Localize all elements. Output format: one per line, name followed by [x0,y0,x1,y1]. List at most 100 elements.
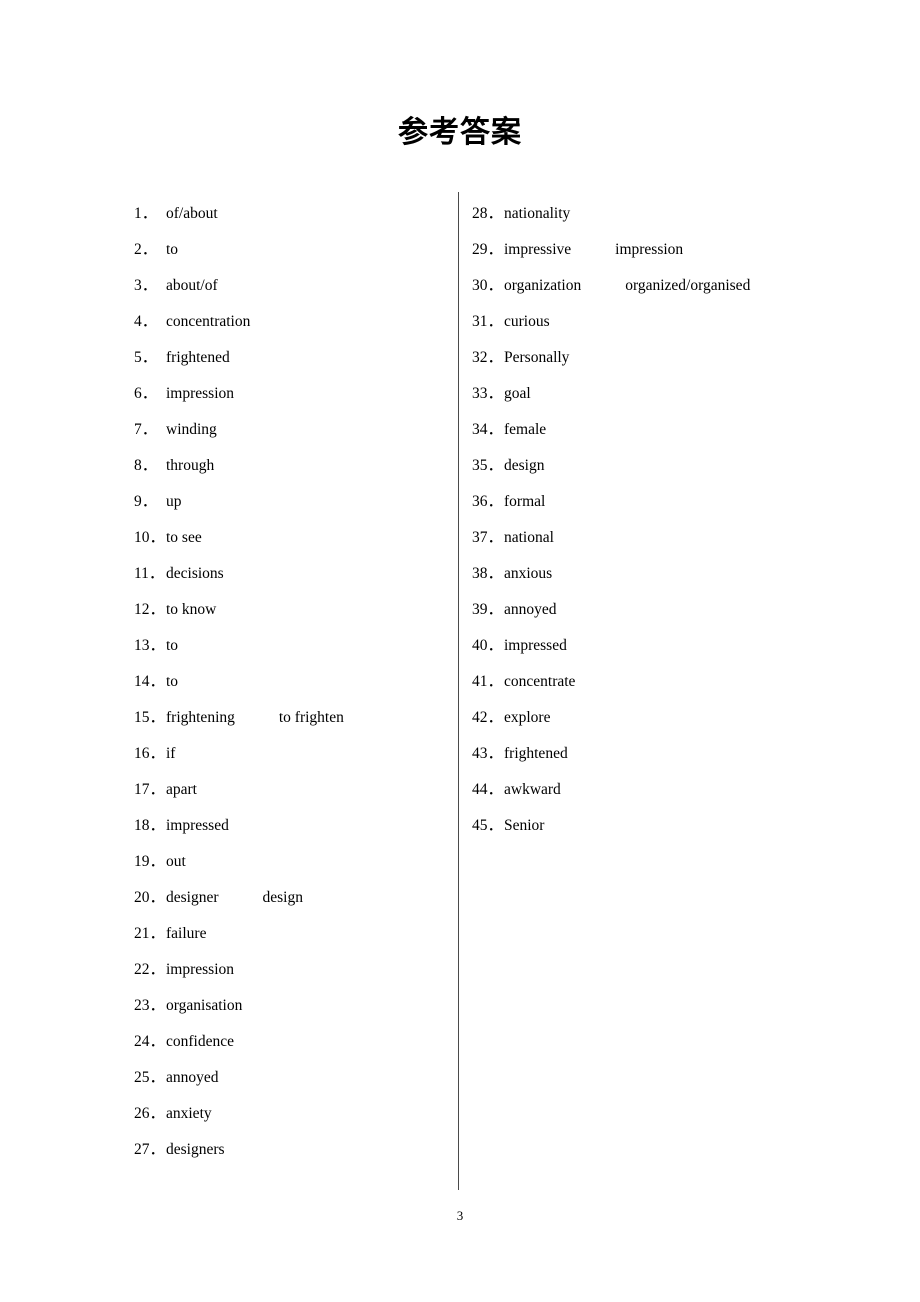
answer-row: 7． winding [134,412,454,448]
answer-row: 22． impression [134,952,454,988]
answer-key-page: 参考答案 1． of/about 2． to 3． about/of 4． concentra… [0,0,920,1302]
answer-number: 8． [134,457,158,474]
answer-number: 34． [472,421,504,438]
answer-number: 25． [134,1069,166,1086]
answer-number: 36． [472,493,504,510]
answer-number: 24． [134,1033,166,1050]
answer-column-left: 1． of/about 2． to 3． about/of 4． concentration 5… [134,196,454,1168]
answer-row: 41． concentrate [472,664,872,700]
answer-number: 1． [134,205,158,222]
answer-number: 31． [472,313,504,330]
answer-number: 15． [134,709,166,726]
answer-row: 31． curious [472,304,872,340]
page-title: 参考答案 [398,115,522,150]
answer-text: to [166,637,179,654]
answer-number: 6． [134,385,158,402]
answer-number: 35． [472,457,504,474]
answer-row: 42． explore [472,700,872,736]
answer-row: 30． organization organized/organised [472,268,872,304]
answer-row: 37． national [472,520,872,556]
answer-text: Senior [504,817,545,834]
answer-number: 19． [134,853,166,870]
answer-number: 23． [134,997,166,1014]
answer-text: up [166,493,182,510]
answer-number: 14． [134,673,166,690]
answer-number: 42． [472,709,504,726]
answer-number: 28． [472,205,504,222]
answer-text: impression [166,961,235,978]
answer-row: 28． nationality [472,196,872,232]
answer-text: impression [166,385,235,402]
answer-number: 13． [134,637,166,654]
answer-alternate: to frighten [278,709,344,726]
answer-text: confidence [166,1033,234,1050]
answer-row: 25． annoyed [134,1060,454,1096]
answer-row: 3． about/of [134,268,454,304]
answer-number: 45． [472,817,504,834]
answer-text: failure [166,925,207,942]
answer-text: anxious [504,565,553,582]
answer-text: design [504,457,545,474]
answer-text: apart [166,781,197,798]
answer-row: 10． to see [134,520,454,556]
answer-text: designers [166,1141,225,1158]
answer-text: national [504,529,554,546]
answer-row: 45． Senior [472,808,872,844]
answer-text: impressive [504,241,572,258]
answer-row: 26． anxiety [134,1096,454,1132]
answer-number: 22． [134,961,166,978]
answer-number: 30． [472,277,504,294]
answer-text: through [166,457,215,474]
answer-row: 8． through [134,448,454,484]
answer-row: 11． decisions [134,556,454,592]
answer-row: 40． impressed [472,628,872,664]
answer-text: concentrate [504,673,576,690]
answer-number: 33． [472,385,504,402]
answer-text: goal [504,385,531,402]
answer-number: 3． [134,277,158,294]
answer-text: frightened [166,349,230,366]
answer-text: concentration [166,313,251,330]
answer-number: 17． [134,781,166,798]
answer-number: 18． [134,817,166,834]
answer-text: out [166,853,186,870]
answer-text: nationality [504,205,571,222]
answer-number: 40． [472,637,504,654]
answer-number: 21． [134,925,166,942]
answer-number: 44． [472,781,504,798]
answer-row: 15． frightening to frighten [134,700,454,736]
answer-alternate: design [262,889,303,906]
page-number: 3 [456,1208,464,1223]
answer-number: 43． [472,745,504,762]
answer-row: 38． anxious [472,556,872,592]
answer-row: 34． female [472,412,872,448]
answer-row: 27． designers [134,1132,454,1168]
answer-text: to know [166,601,217,618]
answer-number: 9． [134,493,158,510]
answer-text: if [166,745,176,762]
answer-number: 5． [134,349,158,366]
answer-row: 18． impressed [134,808,454,844]
answer-row: 39． annoyed [472,592,872,628]
answer-number: 12． [134,601,166,618]
answer-number: 38． [472,565,504,582]
answer-row: 12． to know [134,592,454,628]
answer-text: explore [504,709,551,726]
answer-row: 14． to [134,664,454,700]
answer-text: impressed [504,637,567,654]
answer-text: awkward [504,781,561,798]
answer-text: impressed [166,817,229,834]
answer-number: 20． [134,889,166,906]
answer-row: 5． frightened [134,340,454,376]
answer-row: 2． to [134,232,454,268]
answer-text: about/of [166,277,218,294]
answer-text: frightening [166,709,235,726]
answer-text: to [166,241,179,258]
answer-number: 37． [472,529,504,546]
answer-row: 32． Personally [472,340,872,376]
answer-number: 29． [472,241,504,258]
answer-number: 26． [134,1105,166,1122]
answer-alternate: organized/organised [625,277,751,294]
answer-number: 2． [134,241,158,258]
answer-row: 24． confidence [134,1024,454,1060]
